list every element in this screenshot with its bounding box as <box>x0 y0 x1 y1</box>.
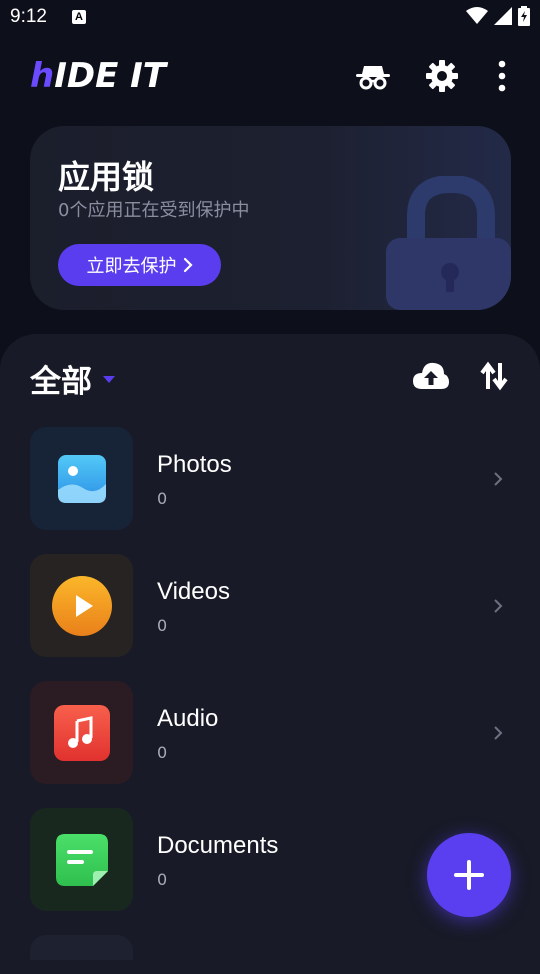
add-fab-button[interactable] <box>427 833 511 917</box>
caret-down-icon <box>103 375 115 383</box>
category-filter-dropdown[interactable]: 全部 <box>30 356 116 401</box>
category-count: 0 <box>157 616 168 635</box>
wifi-icon <box>466 7 488 24</box>
incognito-button[interactable] <box>353 56 393 96</box>
document-icon <box>55 833 108 886</box>
category-count: 0 <box>157 743 168 762</box>
audio-tile <box>30 681 133 784</box>
app-lock-title: 应用锁 <box>58 158 155 196</box>
play-icon <box>51 575 112 636</box>
app-header: hIDE IT <box>0 36 540 116</box>
filter-label: 全部 <box>30 364 92 400</box>
incognito-icon <box>356 66 390 90</box>
chevron-right-icon <box>494 599 503 613</box>
sort-button[interactable] <box>474 356 514 396</box>
image-icon <box>57 454 106 503</box>
photos-tile <box>30 427 133 530</box>
category-row-videos[interactable]: Videos 0 <box>30 554 510 658</box>
logo-rest: IDE IT <box>54 56 166 96</box>
music-note-icon <box>53 704 110 761</box>
status-time: 9:12 <box>10 6 47 27</box>
app-lock-subtitle: 0个应用正在受到保护中 <box>58 200 250 221</box>
app-lock-card[interactable]: 应用锁 0个应用正在受到保护中 立即去保护 <box>30 126 511 310</box>
notification-a-icon: A <box>72 10 86 24</box>
category-row-partial[interactable] <box>30 935 133 960</box>
sort-icon <box>480 361 508 391</box>
status-icons <box>466 6 530 26</box>
signal-icon <box>494 7 512 25</box>
category-name: Photos <box>157 451 232 478</box>
padlock-illustration <box>386 176 511 310</box>
gear-icon <box>426 60 458 92</box>
protect-now-button[interactable]: 立即去保护 <box>58 244 221 286</box>
chevron-right-icon <box>494 726 503 740</box>
category-count: 0 <box>157 870 168 889</box>
cloud-upload-icon <box>413 362 449 389</box>
more-vertical-icon <box>498 60 506 92</box>
category-count: 0 <box>157 489 168 508</box>
battery-icon <box>518 6 530 26</box>
category-name: Videos <box>157 578 230 605</box>
cloud-upload-button[interactable] <box>411 356 451 396</box>
status-bar: 9:12 A <box>0 0 540 36</box>
documents-tile <box>30 808 133 911</box>
app-logo: hIDE IT <box>30 56 166 96</box>
category-name: Audio <box>157 705 219 732</box>
logo-first-letter: h <box>30 56 55 96</box>
videos-tile <box>30 554 133 657</box>
chevron-right-icon <box>494 472 503 486</box>
chevron-right-icon <box>183 257 193 273</box>
more-options-button[interactable] <box>482 56 522 96</box>
settings-button[interactable] <box>422 56 462 96</box>
category-name: Documents <box>157 832 279 859</box>
category-row-photos[interactable]: Photos 0 <box>30 427 510 531</box>
protect-now-label: 立即去保护 <box>86 256 177 277</box>
category-row-audio[interactable]: Audio 0 <box>30 681 510 785</box>
plus-icon <box>454 860 484 890</box>
